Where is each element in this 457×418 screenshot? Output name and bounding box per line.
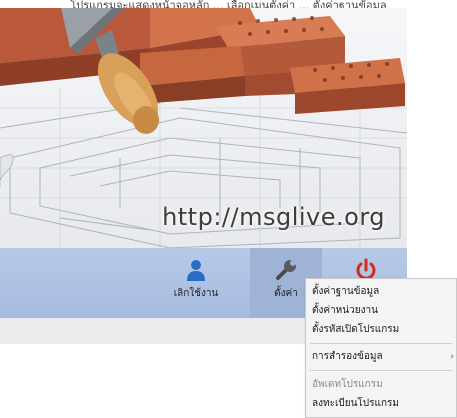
menu-item-label: ตั้งค่าหน่วยงาน: [312, 305, 378, 316]
menu-item-update-program: อัพเดทโปรแกรม: [306, 377, 456, 393]
website-url-watermark: http://msglive.org: [162, 203, 385, 231]
logout-button-label: เลิกใช้งาน: [173, 288, 219, 299]
menu-item-backup[interactable]: การสำรองข้อมูล ›: [306, 349, 456, 365]
settings-dropdown-menu: ตั้งค่าฐานข้อมูล ตั้งค่าหน่วยงาน ตั้งรหั…: [305, 278, 457, 418]
menu-item-program-password[interactable]: ตั้งรหัสเปิดโปรแกรม: [306, 322, 456, 338]
logout-button[interactable]: เลิกใช้งาน: [160, 248, 232, 318]
top-caption-text: โปรแกรมจะแสดงหน้าจอหลัก ... เลือกเมนูตั้…: [70, 0, 387, 8]
user-icon: [187, 260, 205, 281]
menu-item-label: ตั้งค่าฐานข้อมูล: [312, 286, 380, 297]
menu-item-label: อัพเดทโปรแกรม: [312, 379, 383, 390]
menu-item-label: ลงทะเบียนโปรแกรม: [312, 398, 399, 409]
menu-item-label: ตั้งรหัสเปิดโปรแกรม: [312, 324, 400, 335]
menu-separator: [310, 370, 452, 371]
menu-item-department-settings[interactable]: ตั้งค่าหน่วยงาน: [306, 303, 456, 319]
wrench-icon: [276, 260, 296, 280]
banner-image: http://msglive.org: [0, 8, 407, 248]
menu-item-label: การสำรองข้อมูล: [312, 351, 383, 362]
menu-item-database-settings[interactable]: ตั้งค่าฐานข้อมูล: [306, 284, 456, 300]
app-window: โปรแกรมจะแสดงหน้าจอหลัก ... เลือกเมนูตั้…: [0, 0, 457, 418]
menu-separator: [310, 343, 452, 344]
submenu-arrow-icon: ›: [450, 352, 454, 362]
bricks-graphic: [0, 8, 405, 114]
menu-item-register-program[interactable]: ลงทะเบียนโปรแกรม: [306, 396, 456, 412]
